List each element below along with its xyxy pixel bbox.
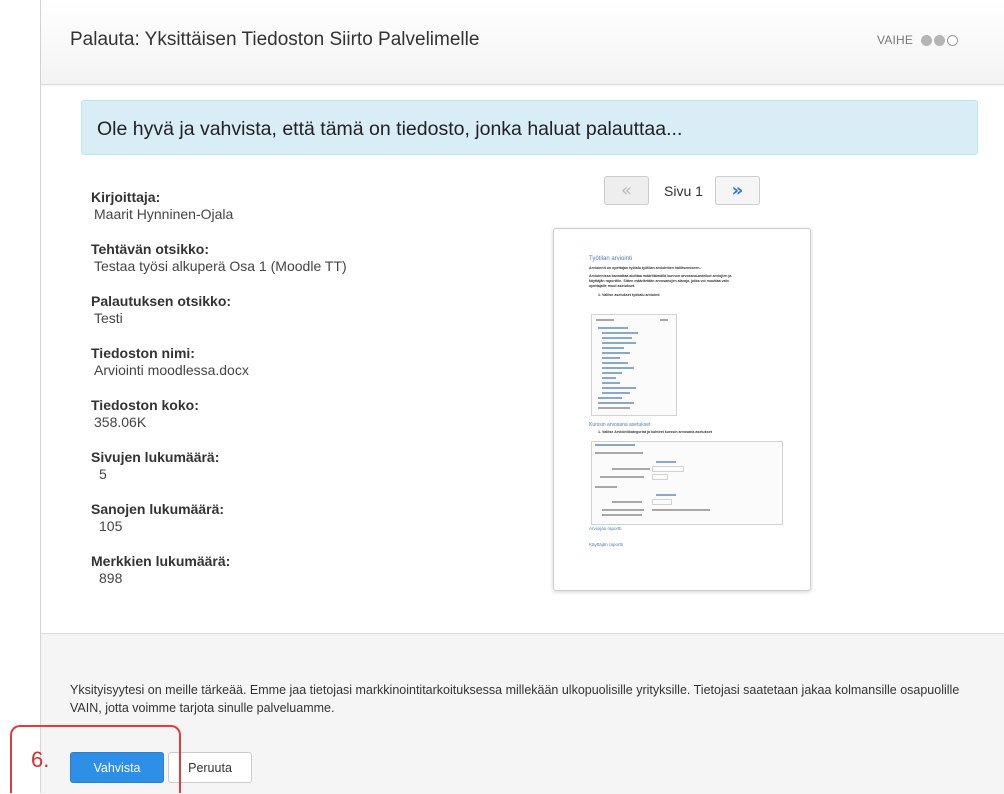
detail-assignment-title: Tehtävän otsikko: Testaa työsi alkuperä …: [91, 241, 471, 293]
preview-intro: opettajalle muut asetukset.: [589, 284, 636, 288]
preview-link: Käyttäjän raportti: [589, 542, 624, 547]
detail-character-count: Merkkien lukumäärä: 898: [91, 553, 471, 605]
step-dot-2-icon: [934, 34, 946, 46]
detail-value: Arviointi moodlessa.docx: [94, 362, 249, 378]
preview-intro: käyttäjän raporttiin. Sitten määritetään…: [589, 279, 729, 283]
step-dot-1-icon: [921, 34, 933, 46]
submission-dialog: Palauta: Yksittäisen Tiedoston Siirto Pa…: [40, 0, 1004, 794]
confirmation-text: Ole hyvä ja vahvista, että tämä on tiedo…: [97, 118, 683, 140]
detail-value: Testaa työsi alkuperä Osa 1 (Moodle TT): [94, 258, 347, 274]
step-indicator: VAIHE: [877, 33, 959, 47]
detail-submission-title: Palautuksen otsikko: Testi: [91, 293, 471, 345]
preview-step: 1. Valitse asetukset työkalu arviointi: [598, 293, 660, 297]
dialog-title: Palauta: Yksittäisen Tiedoston Siirto Pa…: [70, 29, 480, 50]
detail-author: Kirjoittaja: Maarit Hynninen-Ojala: [91, 189, 471, 241]
page-label: Sivu 1: [664, 182, 703, 199]
detail-value: Testi: [94, 310, 123, 326]
detail-label: Sanojen lukumäärä:: [91, 501, 225, 517]
file-details: Kirjoittaja: Maarit Hynninen-Ojala Tehtä…: [91, 189, 471, 605]
detail-value: 358.06K: [94, 414, 147, 430]
preview-heading: Työtilan arviointi: [589, 256, 633, 262]
dialog-header: Palauta: Yksittäisen Tiedoston Siirto Pa…: [41, 0, 1004, 85]
step-label: VAIHE: [877, 33, 914, 47]
document-preview: Työtilan arviointi Arvioinnit on opettaj…: [553, 228, 811, 591]
detail-label: Tehtävän otsikko:: [91, 241, 209, 257]
double-chevron-right-icon: »: [731, 180, 744, 201]
detail-value: Maarit Hynninen-Ojala: [94, 206, 234, 222]
preview-screenshot: [591, 314, 677, 416]
preview-intro: Arvioinnissa kannattaa aloittaa määrittä…: [589, 274, 732, 278]
preview-settings-screenshot: [591, 441, 783, 525]
preview-intro: Arvioinnit on opettajan työtalu työtilan…: [589, 266, 701, 270]
detail-word-count: Sanojen lukumäärä: 105: [91, 501, 471, 553]
detail-file-name: Tiedoston nimi: Arviointi moodlessa.docx: [91, 345, 471, 397]
step-dot-3-icon: [947, 34, 959, 46]
detail-label: Palautuksen otsikko:: [91, 293, 232, 309]
next-page-button[interactable]: »: [714, 176, 760, 205]
preview-step: 1. Valitse Arviointikategoriat ja kohtee…: [598, 430, 712, 434]
privacy-notice: Yksityisyytesi on meille tärkeää. Emme j…: [70, 683, 960, 715]
detail-label: Tiedoston nimi:: [91, 345, 195, 361]
page-pager: « Sivu 1 »: [604, 176, 760, 205]
detail-label: Merkkien lukumäärä:: [91, 553, 231, 569]
detail-file-size: Tiedoston koko: 358.06K: [91, 397, 471, 449]
detail-value: 5: [99, 466, 107, 482]
detail-page-count: Sivujen lukumäärä: 5: [91, 449, 471, 501]
confirmation-banner: Ole hyvä ja vahvista, että tämä on tiedo…: [81, 100, 978, 155]
annotation-step-number: 6.: [31, 747, 50, 772]
detail-label: Sivujen lukumäärä:: [91, 449, 220, 465]
preview-link: Arvioijan raportti: [589, 526, 622, 531]
detail-value: 898: [99, 570, 123, 586]
detail-value: 105: [99, 518, 123, 534]
double-chevron-left-icon: «: [620, 180, 632, 201]
dialog-footer: Yksityisyytesi on meille tärkeää. Emme j…: [41, 633, 1004, 794]
detail-label: Tiedoston koko:: [91, 397, 199, 413]
previous-page-button[interactable]: «: [604, 176, 649, 205]
detail-label: Kirjoittaja:: [91, 189, 161, 205]
preview-heading: Kurssin arvosana asetukset: [589, 422, 651, 428]
